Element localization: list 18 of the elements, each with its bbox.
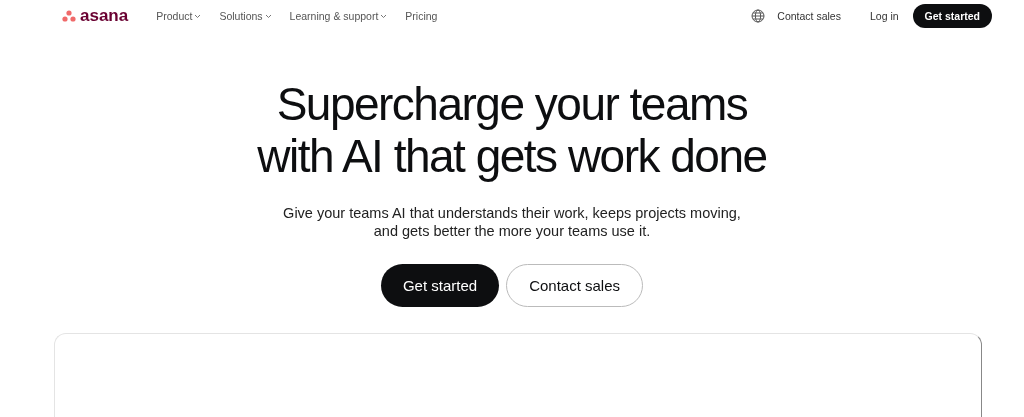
nav-item[interactable]: Learning & support bbox=[289, 10, 388, 22]
contact-sales-button[interactable]: Contact sales bbox=[506, 264, 644, 307]
chevron-down-icon bbox=[194, 13, 202, 19]
logo-text: asana bbox=[80, 6, 129, 26]
logo[interactable]: asana bbox=[62, 6, 129, 26]
log-in-link[interactable]: Log in bbox=[869, 10, 899, 22]
contact-sales-link[interactable]: Contact sales bbox=[777, 10, 841, 22]
nav-item[interactable]: Pricing bbox=[405, 10, 438, 22]
chevron-down-icon bbox=[380, 13, 388, 19]
hero-title: Supercharge your teams with AI that gets work done bbox=[257, 78, 767, 182]
hero-subtitle: Give your teams AI that understands their work, keeps projects moving, and gets better the more your teams use it. bbox=[283, 204, 741, 240]
nav-item[interactable]: Product bbox=[156, 10, 202, 22]
nav-item[interactable]: Solutions bbox=[219, 10, 272, 22]
globe-icon[interactable] bbox=[751, 9, 766, 23]
dots-icon bbox=[62, 10, 76, 22]
chevron-down-icon bbox=[264, 13, 272, 19]
get-started-button[interactable]: Get started bbox=[912, 4, 992, 28]
get-started-button[interactable]: Get started bbox=[380, 264, 500, 307]
